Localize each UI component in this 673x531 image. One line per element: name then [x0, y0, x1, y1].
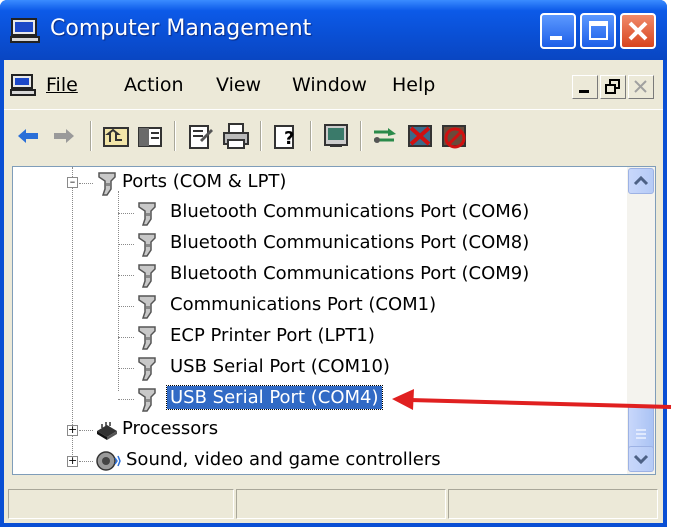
tree-connector: [118, 306, 134, 307]
uninstall-icon[interactable]: [404, 120, 436, 152]
toolbar-separator: [90, 121, 92, 151]
menu-window[interactable]: Window: [292, 74, 367, 96]
processor-icon: [95, 419, 119, 446]
port-icon: [135, 230, 159, 263]
port-icon: [135, 385, 159, 418]
tree-label-port: USB Serial Port (COM4): [166, 385, 383, 410]
tree-label-port: Bluetooth Communications Port (COM8): [170, 232, 530, 253]
expand-toggle[interactable]: +: [67, 455, 78, 467]
status-pane: [448, 489, 658, 519]
vertical-scrollbar[interactable]: [627, 167, 655, 474]
toolbar: ?: [4, 111, 663, 161]
tree-connector: [118, 275, 134, 276]
tree-label-port: Communications Port (COM1): [170, 294, 437, 315]
tree-connector: [79, 183, 93, 184]
computer-management-window: Computer Management File Action View Win…: [0, 0, 667, 527]
collapse-toggle[interactable]: –: [67, 176, 78, 188]
status-pane: [236, 489, 446, 519]
computer-management-icon: [10, 18, 40, 44]
tree-connector: [118, 337, 134, 338]
computer-icon[interactable]: [320, 120, 352, 152]
port-icon: [135, 261, 159, 294]
app-system-menu-icon[interactable]: [10, 74, 36, 98]
menu-bar: File Action View Window Help: [4, 60, 663, 110]
tree-label-port: Bluetooth Communications Port (COM6): [170, 201, 530, 222]
toolbar-separator: [310, 121, 312, 151]
show-hide-tree-icon[interactable]: [134, 120, 166, 152]
tree-connector: [79, 461, 93, 462]
up-folder-icon[interactable]: [100, 120, 132, 152]
svg-text:?: ?: [284, 128, 294, 149]
child-restore-button[interactable]: [600, 75, 626, 99]
menu-help[interactable]: Help: [392, 74, 435, 96]
tree-connector: [118, 244, 134, 245]
back-arrow-icon[interactable]: [12, 120, 44, 152]
status-bar: [4, 483, 663, 523]
port-icon: [95, 169, 119, 202]
tree-label-port: Bluetooth Communications Port (COM9): [170, 263, 530, 284]
maximize-button[interactable]: [580, 13, 616, 49]
child-minimize-button[interactable]: [572, 75, 598, 99]
device-tree[interactable]: – Ports (COM & LPT) Bluetooth Communicat…: [12, 166, 656, 475]
tree-connector: [118, 399, 134, 400]
toolbar-separator: [260, 121, 262, 151]
scroll-up-button[interactable]: [628, 168, 654, 194]
print-icon[interactable]: [220, 120, 252, 152]
forward-arrow-icon[interactable]: [48, 120, 80, 152]
close-button[interactable]: [620, 13, 656, 49]
help-icon[interactable]: ?: [270, 120, 302, 152]
expand-toggle[interactable]: +: [67, 424, 78, 436]
client-area: File Action View Window Help ? – Ports (…: [4, 60, 663, 523]
toolbar-separator: [360, 121, 362, 151]
menu-file-label: File: [46, 74, 78, 96]
disable-icon[interactable]: [438, 120, 470, 152]
child-close-button[interactable]: [628, 75, 654, 99]
tree-connector: [79, 430, 93, 431]
tree-label-sound: Sound, video and game controllers: [126, 449, 441, 470]
tree-connector: [118, 191, 119, 391]
window-title: Computer Management: [50, 16, 312, 41]
tree-label-processors: Processors: [122, 418, 219, 439]
port-icon: [135, 354, 159, 387]
tree-label-ports: Ports (COM & LPT): [122, 171, 287, 192]
menu-view[interactable]: View: [216, 74, 261, 96]
tree-connector: [118, 368, 134, 369]
scroll-down-button[interactable]: [628, 446, 654, 472]
port-icon: [135, 199, 159, 232]
tree-label-port: ECP Printer Port (LPT1): [170, 325, 375, 346]
toolbar-separator: [174, 121, 176, 151]
menu-action[interactable]: Action: [124, 74, 184, 96]
network-icon[interactable]: [370, 120, 402, 152]
port-icon: [135, 292, 159, 325]
menu-separator: [4, 109, 663, 110]
minimize-button[interactable]: [540, 13, 576, 49]
tree-connector: [72, 167, 73, 457]
tree-label-port: USB Serial Port (COM10): [170, 356, 390, 377]
speaker-icon: [95, 449, 121, 474]
properties-icon[interactable]: [184, 120, 216, 152]
menu-file[interactable]: File: [46, 74, 78, 96]
port-icon: [135, 323, 159, 356]
title-bar[interactable]: Computer Management: [0, 0, 667, 60]
status-pane: [8, 489, 234, 519]
tree-connector: [118, 213, 134, 214]
